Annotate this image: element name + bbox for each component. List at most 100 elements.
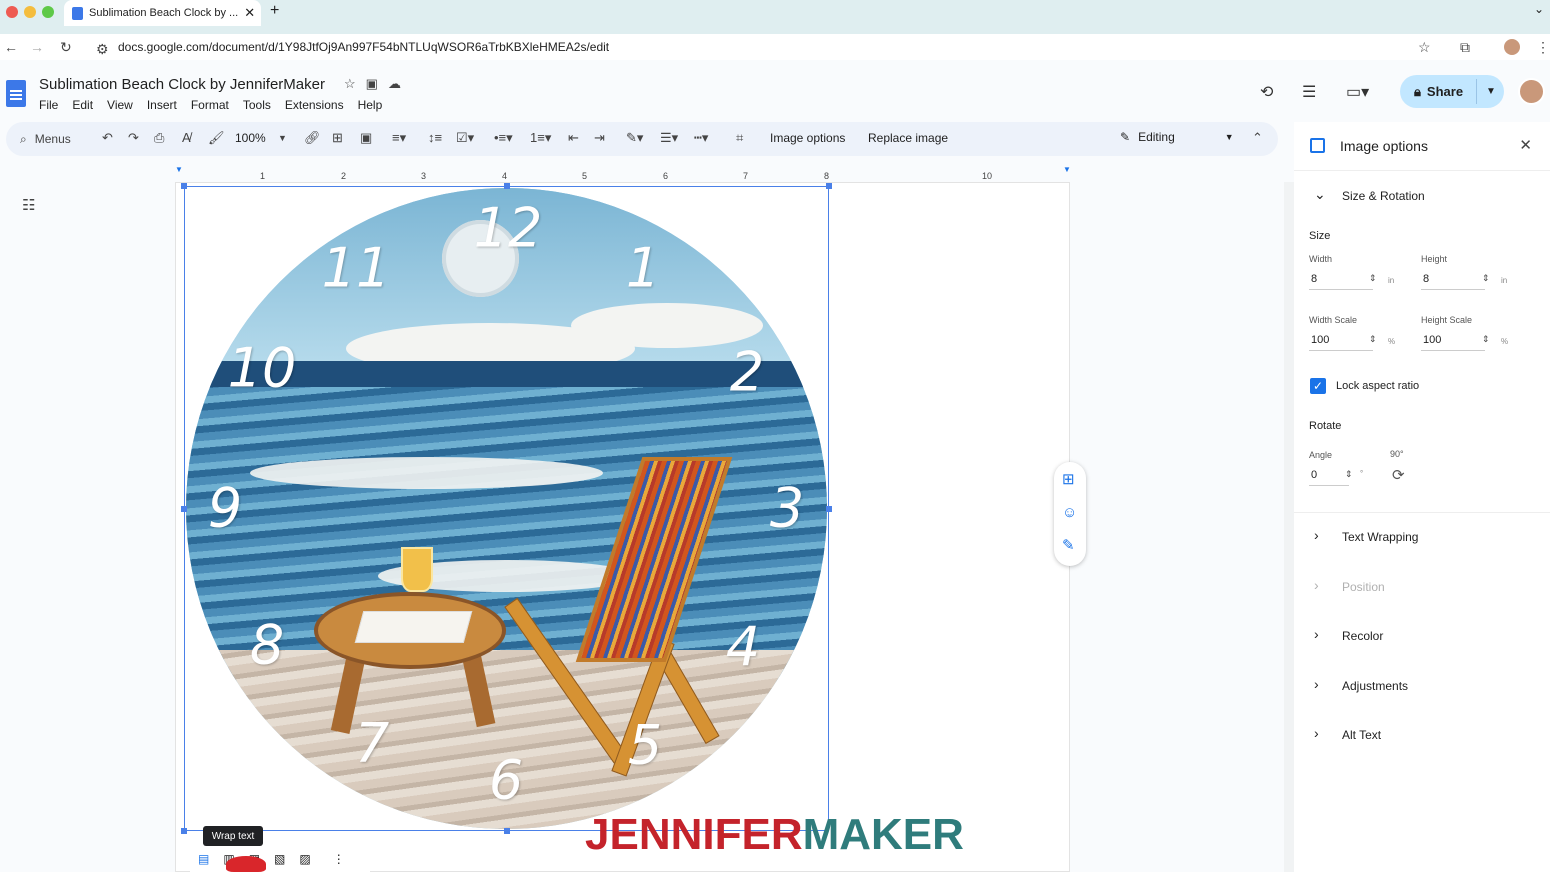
width-scale-input[interactable]: 100 xyxy=(1309,329,1373,351)
width-scale-stepper[interactable]: ⇕ xyxy=(1369,334,1377,345)
rotate-90-icon[interactable]: ⟳ xyxy=(1392,466,1405,484)
resize-handle-left[interactable] xyxy=(181,506,187,512)
forward-icon[interactable]: → xyxy=(30,39,44,55)
comments-icon[interactable]: ☰ xyxy=(1302,82,1316,102)
height-scale-input[interactable]: 100 xyxy=(1421,329,1485,351)
menu-view[interactable]: View xyxy=(107,98,133,112)
suggest-edits-icon[interactable]: ✎ xyxy=(1062,536,1075,554)
menu-format[interactable]: Format xyxy=(191,98,229,112)
add-comment-icon[interactable]: ⊞ xyxy=(332,130,343,146)
chevron-right-icon[interactable]: › xyxy=(1314,527,1319,543)
close-tab-icon[interactable]: ✕ xyxy=(244,5,255,21)
zoom-select[interactable]: 100% xyxy=(235,131,266,145)
align-icon[interactable]: ≡▾ xyxy=(392,130,406,146)
bulleted-list-icon[interactable]: •≡▾ xyxy=(494,130,513,146)
border-weight-icon[interactable]: ☰▾ xyxy=(660,130,678,146)
tab-search-icon[interactable]: ⌄ xyxy=(1534,2,1544,16)
close-window-icon[interactable] xyxy=(6,6,18,18)
maximize-window-icon[interactable] xyxy=(42,6,54,18)
width-stepper[interactable]: ⇕ xyxy=(1369,273,1377,284)
chevron-right-icon[interactable]: › xyxy=(1314,725,1319,741)
menu-file[interactable]: File xyxy=(39,98,58,112)
print-icon[interactable]: ⎙ xyxy=(154,130,164,146)
alt-text-section[interactable]: Alt Text xyxy=(1342,728,1381,742)
menu-extensions[interactable]: Extensions xyxy=(285,98,344,112)
in-front-of-text-icon[interactable]: ▨ xyxy=(299,852,310,866)
add-comment-icon[interactable]: ⊞ xyxy=(1062,470,1075,488)
back-icon[interactable]: ← xyxy=(4,39,18,55)
url-input[interactable]: ⚙ docs.google.com/document/d/1Y98JtfOj9A… xyxy=(88,36,1448,58)
horizontal-ruler[interactable]: ▼ 1 2 3 4 5 6 7 8 10 ▼ xyxy=(175,161,1075,181)
spellcheck-icon[interactable]: A̸ xyxy=(182,130,191,145)
height-scale-stepper[interactable]: ⇕ xyxy=(1482,334,1490,345)
decrease-indent-icon[interactable]: ⇤ xyxy=(568,130,579,146)
height-input[interactable]: 8 xyxy=(1421,268,1485,290)
border-dash-icon[interactable]: ┅▾ xyxy=(694,130,708,146)
replace-image-button[interactable]: Replace image xyxy=(868,131,948,145)
site-info-icon[interactable]: ⚙ xyxy=(96,41,109,58)
insert-link-icon[interactable]: 🔗︎ xyxy=(304,130,321,146)
editing-mode-select[interactable]: ✎ Editing ▼ xyxy=(1120,130,1234,144)
docs-home-icon[interactable] xyxy=(6,80,26,107)
menu-insert[interactable]: Insert xyxy=(147,98,177,112)
document-title[interactable]: Sublimation Beach Clock by JenniferMaker xyxy=(39,76,325,93)
new-tab-icon[interactable]: + xyxy=(270,2,279,20)
reload-icon[interactable]: ↻ xyxy=(60,39,72,56)
angle-input[interactable]: 0 xyxy=(1309,464,1349,486)
minimize-window-icon[interactable] xyxy=(24,6,36,18)
resize-handle-top[interactable] xyxy=(504,183,510,189)
move-folder-icon[interactable]: ▣ xyxy=(366,76,378,92)
emoji-reaction-icon[interactable]: ☺ xyxy=(1062,504,1077,521)
cloud-status-icon[interactable]: ☁ xyxy=(388,76,401,92)
redo-icon[interactable]: ↷ xyxy=(128,130,139,146)
right-indent-marker-icon[interactable]: ▼ xyxy=(1063,165,1071,174)
left-indent-marker-icon[interactable]: ▼ xyxy=(175,165,183,174)
adjustments-section[interactable]: Adjustments xyxy=(1342,679,1408,693)
resize-handle-top-right[interactable] xyxy=(826,183,832,189)
border-color-icon[interactable]: ✎▾ xyxy=(626,130,643,146)
profile-avatar[interactable] xyxy=(1504,39,1520,55)
document-outline-icon[interactable]: ☷ xyxy=(22,196,35,214)
resize-handle-top-left[interactable] xyxy=(181,183,187,189)
share-dropdown-icon[interactable]: ▼ xyxy=(1486,86,1496,97)
chevron-right-icon[interactable]: › xyxy=(1314,676,1319,692)
menu-edit[interactable]: Edit xyxy=(72,98,93,112)
chevron-down-icon[interactable]: ⌄ xyxy=(1314,186,1326,203)
version-history-icon[interactable]: ⟲ xyxy=(1260,82,1273,102)
behind-text-icon[interactable]: ▧ xyxy=(274,852,285,866)
width-input[interactable]: 8 xyxy=(1309,268,1373,290)
star-icon[interactable]: ☆ xyxy=(344,76,356,92)
document-scrollbar[interactable] xyxy=(1284,182,1294,872)
numbered-list-icon[interactable]: 1≡▾ xyxy=(530,130,551,146)
lock-aspect-ratio-checkbox[interactable]: ✓ xyxy=(1310,378,1326,394)
angle-stepper[interactable]: ⇕ xyxy=(1345,469,1353,480)
undo-icon[interactable]: ↶ xyxy=(102,130,113,146)
paint-format-icon[interactable]: 🖌︎ xyxy=(208,130,225,146)
zoom-dropdown-icon[interactable]: ▼ xyxy=(278,133,287,143)
menu-tools[interactable]: Tools xyxy=(243,98,271,112)
chevron-right-icon[interactable]: › xyxy=(1314,626,1319,642)
resize-handle-bottom-left[interactable] xyxy=(181,828,187,834)
account-avatar[interactable] xyxy=(1518,78,1545,105)
resize-handle-bottom[interactable] xyxy=(504,828,510,834)
checklist-icon[interactable]: ☑▾ xyxy=(456,130,474,146)
extensions-icon[interactable]: ⧉ xyxy=(1460,39,1470,56)
browser-menu-icon[interactable]: ⋮ xyxy=(1536,39,1550,56)
collapse-toolbar-icon[interactable]: ⌃ xyxy=(1252,130,1263,146)
browser-tab[interactable]: Sublimation Beach Clock by ... ✕ xyxy=(64,0,261,26)
increase-indent-icon[interactable]: ⇥ xyxy=(594,130,605,146)
meet-icon[interactable]: ▭▾ xyxy=(1346,82,1369,102)
inline-wrap-icon[interactable]: ▤ xyxy=(198,852,209,866)
height-stepper[interactable]: ⇕ xyxy=(1482,273,1490,284)
menus-search[interactable]: ⌕ Menus xyxy=(12,127,92,151)
recolor-section[interactable]: Recolor xyxy=(1342,629,1383,643)
share-button[interactable]: 🔒︎ Share ▼ xyxy=(1400,75,1504,108)
menu-help[interactable]: Help xyxy=(358,98,383,112)
insert-image-icon[interactable]: ▣ xyxy=(360,130,372,146)
resize-handle-right[interactable] xyxy=(826,506,832,512)
bookmark-star-icon[interactable]: ☆ xyxy=(1418,39,1431,56)
image-options-button[interactable]: Image options xyxy=(770,131,845,145)
text-wrapping-section[interactable]: Text Wrapping xyxy=(1342,530,1418,544)
line-spacing-icon[interactable]: ↕≡ xyxy=(428,130,442,145)
close-icon[interactable]: ✕ xyxy=(1519,136,1532,154)
